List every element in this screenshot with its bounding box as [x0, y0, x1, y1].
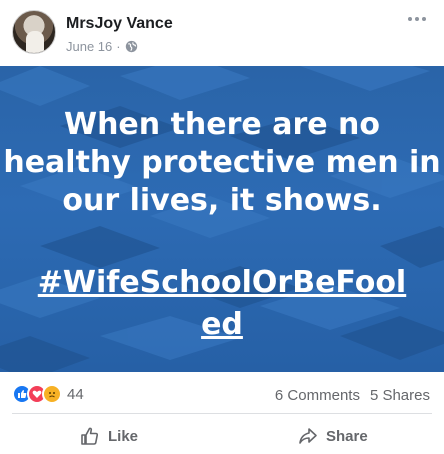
post-image[interactable]: When there are no healthy protective men… [0, 66, 444, 372]
more-options-icon[interactable] [408, 14, 430, 24]
post-meta: June 16 · [66, 39, 138, 54]
globe-icon [125, 40, 137, 53]
share-arrow-icon [299, 428, 317, 444]
share-label: Share [326, 427, 368, 445]
post-stats: 44 6 Comments 5 Shares [0, 380, 444, 412]
sad-reaction-icon [42, 384, 62, 404]
avatar[interactable] [12, 10, 56, 54]
like-button[interactable]: Like [80, 426, 138, 446]
reaction-count: 44 [67, 385, 84, 403]
thumbs-up-icon [81, 427, 99, 445]
engagement-counts: 6 Comments 5 Shares [275, 387, 430, 404]
hashtag-link[interactable]: #WifeSchoolOrBeFooled [0, 262, 444, 346]
reactions-summary[interactable]: 44 [12, 384, 84, 404]
post-date[interactable]: June 16 [66, 39, 112, 54]
shares-count[interactable]: 5 Shares [370, 387, 430, 404]
post-actions: Like Share [0, 420, 444, 454]
author-name[interactable]: MrsJoy Vance [66, 15, 173, 33]
meta-separator: · [116, 39, 121, 54]
post-header: MrsJoy Vance June 16 · [0, 0, 444, 68]
divider [12, 413, 432, 414]
comments-count[interactable]: 6 Comments [275, 387, 360, 404]
post-image-text: When there are no healthy protective men… [3, 107, 441, 218]
share-button[interactable]: Share [298, 426, 368, 446]
like-label: Like [108, 427, 139, 445]
